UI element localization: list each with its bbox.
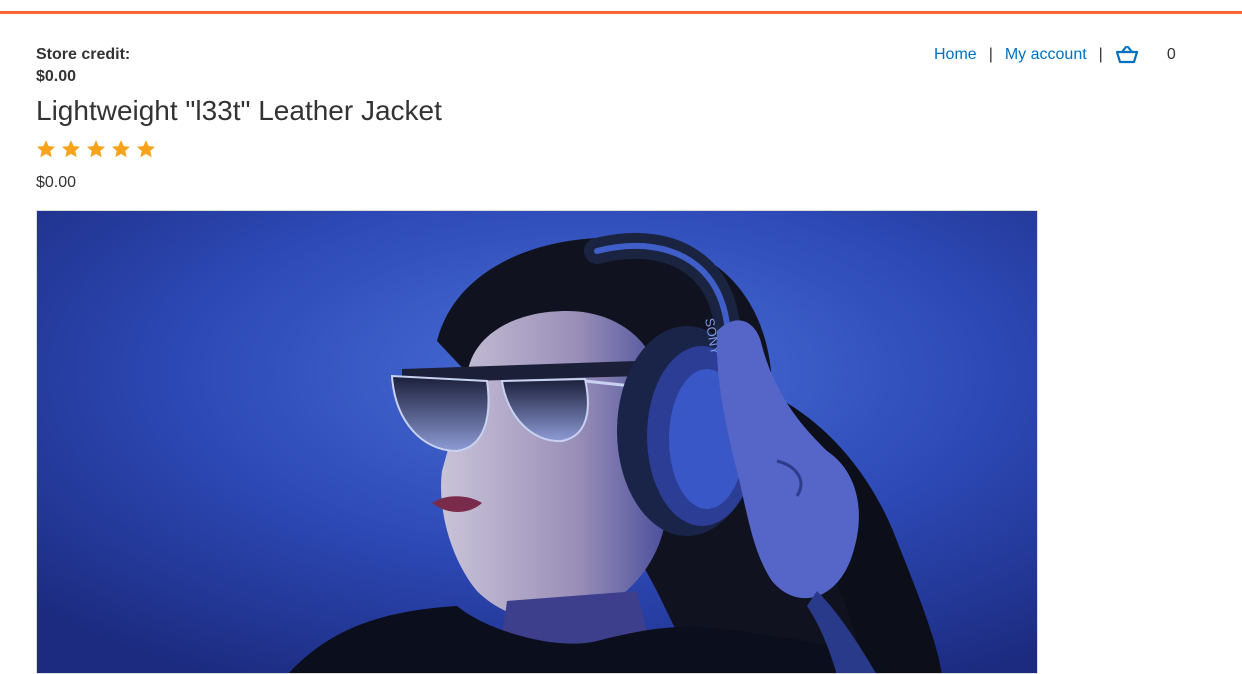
star-icon [36,139,56,159]
star-icon [136,139,156,159]
top-accent-bar [0,0,1242,14]
cart-icon[interactable] [1115,44,1139,66]
header-nav: Home | My account | 0 [934,44,1176,66]
star-icon [111,139,131,159]
product-price: $0.00 [36,174,77,191]
star-icon [61,139,81,159]
cart-count: 0 [1166,46,1176,63]
nav-separator: | [1098,46,1103,63]
product-title: Lightweight "l33t" Leather Jacket [36,95,442,126]
star-icon [86,139,106,159]
product-image[interactable]: SONY [36,210,1038,674]
rating-stars [36,139,156,159]
store-credit-label: Store credit: [36,46,131,63]
store-credit: Store credit: $0.00 [36,44,130,88]
store-credit-value: $0.00 [36,68,77,85]
nav-separator: | [988,46,993,63]
my-account-link[interactable]: My account [1005,44,1087,66]
home-link[interactable]: Home [934,44,977,66]
